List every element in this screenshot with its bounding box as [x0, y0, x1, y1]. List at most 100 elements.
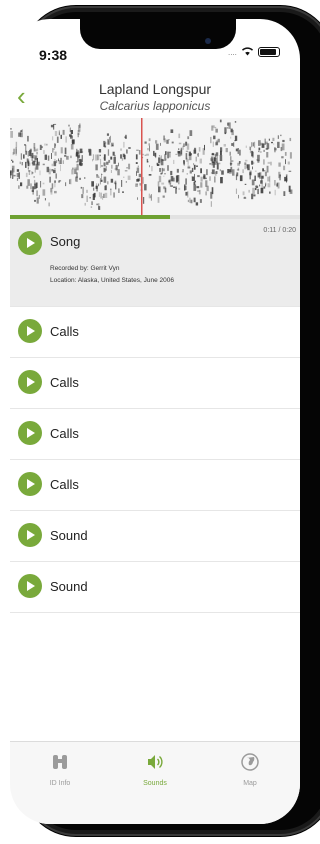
- spectrogram-mark: [53, 124, 55, 130]
- spectrogram-mark: [164, 154, 167, 161]
- spectrogram-mark: [220, 177, 223, 184]
- play-icon[interactable]: [18, 574, 42, 598]
- spectrogram-mark: [79, 177, 81, 180]
- spectrogram-mark: [256, 184, 258, 187]
- spectrogram-mark: [263, 159, 265, 165]
- spectrogram-mark: [181, 171, 184, 173]
- spectrogram-mark: [138, 173, 142, 178]
- spectrogram-mark: [169, 183, 171, 187]
- spectrogram-mark: [216, 156, 218, 163]
- spectrogram-mark: [128, 147, 131, 149]
- spectrogram-mark: [35, 149, 38, 152]
- spectrogram-mark: [244, 159, 248, 162]
- spectrogram-mark: [285, 159, 286, 165]
- spectrogram-mark: [89, 197, 91, 199]
- spectrogram-mark: [244, 162, 247, 166]
- spectrogram[interactable]: [10, 118, 300, 215]
- spectrogram-mark: [25, 144, 27, 152]
- spectrogram-mark: [11, 165, 15, 173]
- spectrogram-mark: [70, 155, 72, 159]
- spectrogram-mark: [280, 134, 282, 137]
- spectrogram-mark: [190, 199, 193, 204]
- status-time: 9:38: [39, 47, 68, 63]
- spectrogram-mark: [244, 183, 247, 185]
- play-icon[interactable]: [18, 231, 42, 255]
- tab-bar: ID Info Sounds Map: [10, 741, 300, 824]
- spectrogram-mark: [25, 161, 27, 168]
- spectrogram-mark: [68, 124, 70, 127]
- spectrogram-mark: [253, 194, 256, 197]
- spectrogram-mark: [285, 178, 287, 181]
- spectrogram-mark: [288, 170, 292, 172]
- spectrogram-mark: [136, 167, 140, 173]
- spectrogram-mark: [16, 169, 20, 172]
- spectrogram-mark: [202, 148, 205, 155]
- spectrogram-mark: [226, 127, 229, 129]
- spectrogram-mark: [230, 166, 233, 173]
- spectrogram-mark: [56, 136, 59, 143]
- spectrogram-mark: [193, 184, 197, 191]
- spectrogram-mark: [34, 199, 36, 202]
- recording-row[interactable]: Calls: [10, 358, 300, 409]
- recording-row[interactable]: Sound: [10, 562, 300, 613]
- spectrogram-mark: [193, 164, 196, 170]
- spectrogram-mark: [114, 154, 116, 157]
- spectrogram-mark: [237, 162, 240, 166]
- spectrogram-mark: [42, 189, 46, 196]
- recording-row[interactable]: Calls: [10, 460, 300, 511]
- spectrogram-mark: [148, 193, 150, 199]
- spectrogram-mark: [94, 154, 98, 161]
- spectrogram-mark: [251, 179, 255, 186]
- spectrogram-mark: [137, 197, 138, 200]
- spectrogram-mark: [98, 203, 100, 209]
- play-icon[interactable]: [18, 319, 42, 343]
- recording-row[interactable]: Song Recorded by: Gerrit Vyn Location: A…: [10, 219, 300, 307]
- recording-row[interactable]: Calls: [10, 307, 300, 358]
- tab-label: Map: [243, 780, 257, 787]
- spectrogram-mark: [62, 160, 64, 164]
- spectrogram-mark: [220, 150, 222, 155]
- spectrogram-mark: [46, 166, 50, 173]
- spectrogram-mark: [155, 143, 159, 150]
- spectrogram-mark: [60, 134, 62, 139]
- spectrogram-mark: [194, 147, 197, 154]
- spectrogram-mark: [108, 159, 111, 163]
- tab-map[interactable]: Map: [220, 752, 280, 787]
- spectrogram-mark: [44, 143, 46, 146]
- recording-row[interactable]: Calls: [10, 409, 300, 460]
- spectrogram-mark: [237, 167, 240, 171]
- spectrogram-mark: [36, 197, 39, 204]
- spectrogram-mark: [47, 155, 50, 161]
- spectrogram-mark: [143, 197, 145, 204]
- spectrogram-mark: [189, 170, 192, 174]
- spectrogram-mark: [104, 169, 107, 171]
- spectrogram-mark: [254, 170, 257, 172]
- play-icon[interactable]: [18, 421, 42, 445]
- spectrogram-mark: [267, 161, 271, 164]
- spectrogram-mark: [71, 169, 74, 175]
- spectrogram-mark: [69, 179, 71, 185]
- recording-row[interactable]: Sound: [10, 511, 300, 562]
- tab-id-info[interactable]: ID Info: [30, 752, 90, 787]
- spectrogram-mark: [91, 201, 93, 205]
- spectrogram-mark: [104, 192, 108, 198]
- spectrogram-mark: [25, 150, 27, 155]
- recording-label: Song: [50, 234, 81, 249]
- spectrogram-mark: [60, 164, 61, 172]
- spectrogram-mark: [93, 192, 96, 198]
- spectrogram-mark: [54, 151, 57, 156]
- play-icon[interactable]: [18, 523, 42, 547]
- species-title: Lapland Longspur: [98, 81, 212, 97]
- spectrogram-mark: [259, 184, 261, 187]
- spectrogram-mark: [176, 168, 179, 173]
- spectrogram-mark: [277, 135, 279, 139]
- play-icon[interactable]: [18, 472, 42, 496]
- spectrogram-mark: [191, 167, 194, 172]
- spectrogram-mark: [160, 172, 163, 175]
- spectrogram-mark: [80, 151, 84, 153]
- spectrogram-mark: [98, 192, 100, 197]
- spectrogram-mark: [185, 153, 188, 160]
- tab-sounds[interactable]: Sounds: [125, 752, 185, 787]
- spectrogram-mark: [44, 198, 46, 201]
- play-icon[interactable]: [18, 370, 42, 394]
